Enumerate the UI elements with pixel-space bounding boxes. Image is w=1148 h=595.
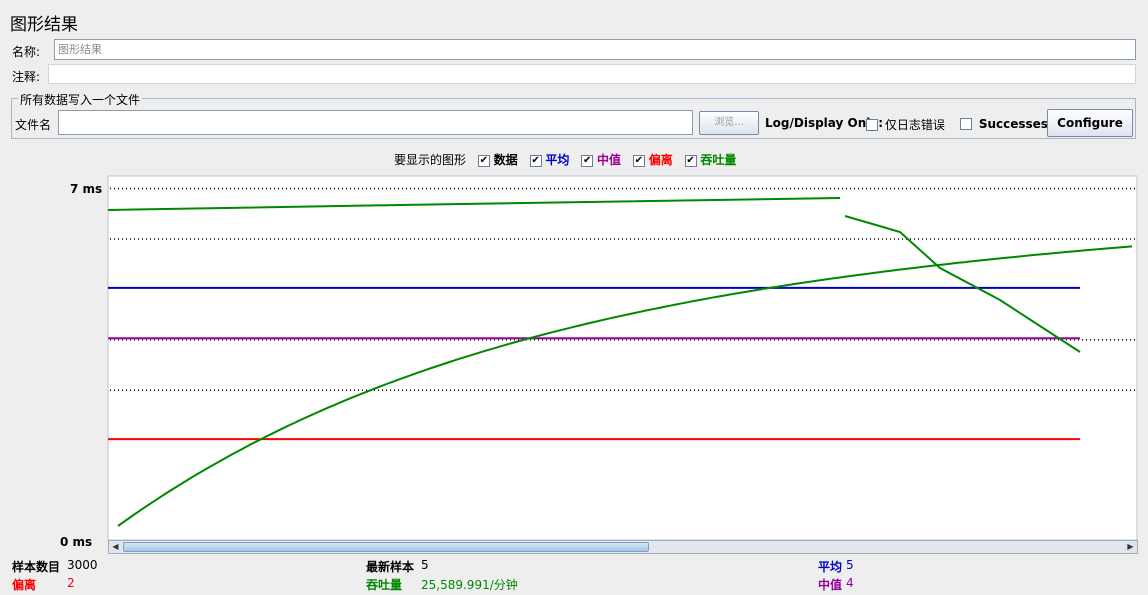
latest-sample-label: 最新样本 — [366, 560, 415, 574]
samples-value: 3000 — [67, 558, 98, 572]
median-label: 中值 — [818, 578, 843, 592]
average-value: 5 — [846, 558, 854, 572]
latest-sample-value: 5 — [421, 558, 429, 572]
samples-label: 样本数目 — [12, 560, 61, 574]
chart-scrollbar[interactable]: ◀ ▶ — [108, 540, 1138, 554]
throughput-value: 25,589.991/分钟 — [421, 578, 518, 592]
deviation-value: 2 — [67, 576, 75, 590]
results-chart — [107, 175, 1138, 541]
scroll-right-icon[interactable]: ▶ — [1124, 541, 1137, 553]
deviation-label: 偏离 — [12, 578, 37, 592]
median-value: 4 — [846, 576, 854, 590]
scroll-left-icon[interactable]: ◀ — [109, 541, 122, 553]
plot-background — [107, 175, 1138, 541]
scroll-thumb[interactable] — [123, 542, 649, 552]
throughput-label: 吞吐量 — [366, 578, 403, 592]
average-label: 平均 — [818, 560, 843, 574]
